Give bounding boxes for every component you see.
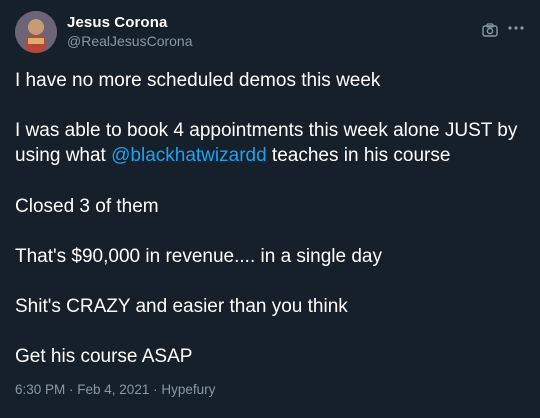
tweet-card: Jesus Corona @RealJesusCorona I have no …: [0, 0, 540, 418]
meta-separator: ·: [149, 382, 162, 397]
tweet-source[interactable]: Hypefury: [161, 382, 215, 397]
author-name[interactable]: Jesus Corona: [67, 14, 167, 31]
avatar[interactable]: [15, 11, 57, 53]
tweet-date[interactable]: Feb 4, 2021: [77, 382, 149, 397]
tweet-line: Shit's CRAZY and easier than you think: [15, 296, 348, 317]
author-handle[interactable]: @RealJesusCorona: [67, 33, 193, 49]
tweet-line: Closed 3 of them: [15, 196, 159, 217]
more-options-icon[interactable]: [506, 18, 526, 38]
tweet-time[interactable]: 6:30 PM: [15, 382, 65, 397]
camera-icon[interactable]: [482, 22, 498, 38]
tweet-text-segment: teaches in his course: [266, 145, 451, 166]
tweet-line: That's $90,000 in revenue.... in a singl…: [15, 246, 382, 267]
mention-link[interactable]: @blackhatwizardd: [111, 145, 267, 166]
meta-separator: ·: [65, 382, 78, 397]
avatar-image: [15, 11, 57, 53]
tweet-line: I was able to book 4 appointments this w…: [15, 118, 530, 168]
tweet-line: I have no more scheduled demos this week: [15, 70, 381, 91]
tweet-meta: 6:30 PM · Feb 4, 2021 · Hypefury: [15, 382, 215, 397]
tweet-line: Get his course ASAP: [15, 346, 193, 367]
